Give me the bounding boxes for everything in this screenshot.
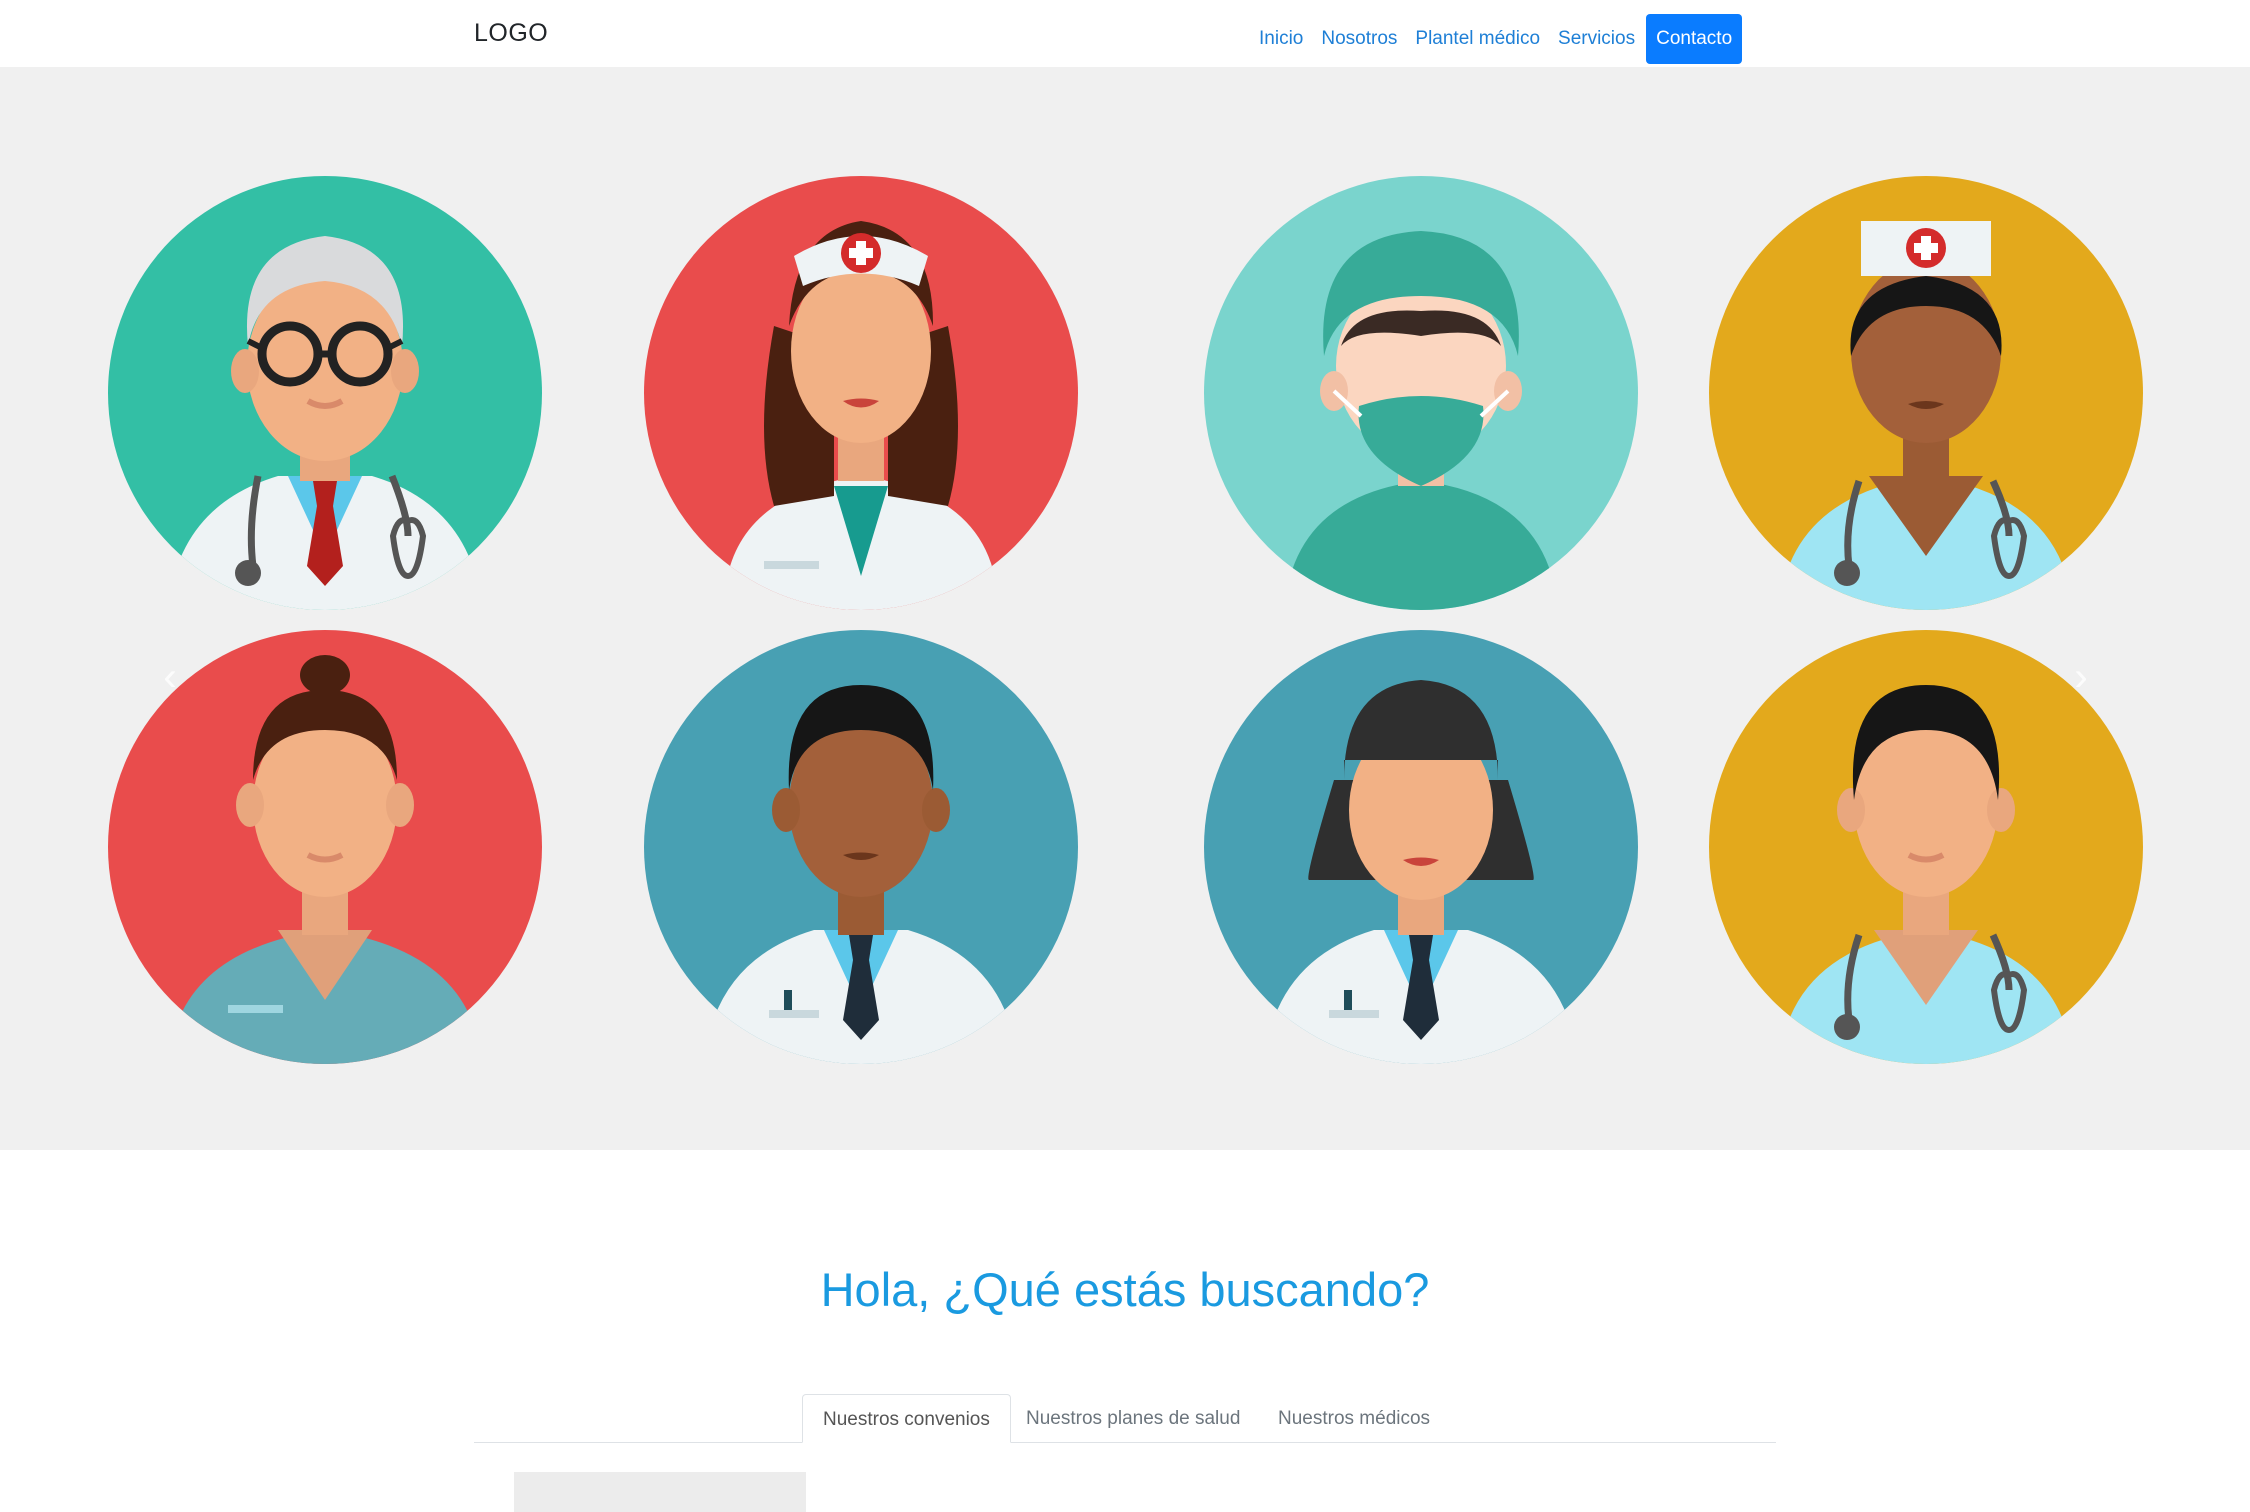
section-headline: Hola, ¿Qué estás buscando? (820, 1263, 1430, 1316)
contact-button[interactable]: Contacto (1646, 14, 1743, 64)
female-doctor-avatar (1204, 630, 1638, 1064)
senior-male-doctor-avatar (108, 176, 542, 610)
nav-link-plantel-medico[interactable]: Plantel médico (1406, 21, 1549, 57)
male-doctor-dark-skin-avatar (644, 630, 1078, 1064)
tab-nuestros-planes-de-salud[interactable]: Nuestros planes de salud (1006, 1394, 1260, 1443)
nav-menu: Inicio Nosotros Plantel médico Servicios… (1250, 14, 1743, 64)
nav-link-inicio[interactable]: Inicio (1250, 21, 1312, 57)
surgeon-masked-avatar (1204, 176, 1638, 610)
tab-nuestros-convenios[interactable]: Nuestros convenios (802, 1394, 1011, 1443)
chevron-right-icon[interactable]: › (2066, 657, 2096, 697)
nurse-dark-skin-avatar (1709, 176, 2143, 610)
hero-carousel: ‹ › (0, 67, 2250, 1150)
navbar: LOGO Inicio Nosotros Plantel médico Serv… (0, 0, 2250, 67)
nav-link-nosotros[interactable]: Nosotros (1312, 21, 1406, 57)
chevron-left-icon[interactable]: ‹ (155, 657, 185, 697)
tab-panel-placeholder (514, 1472, 806, 1512)
nurse-female-avatar (644, 176, 1078, 610)
logo[interactable]: LOGO (474, 18, 548, 48)
tab-nuestros-medicos[interactable]: Nuestros médicos (1258, 1394, 1450, 1443)
nav-link-servicios[interactable]: Servicios (1549, 21, 1644, 57)
